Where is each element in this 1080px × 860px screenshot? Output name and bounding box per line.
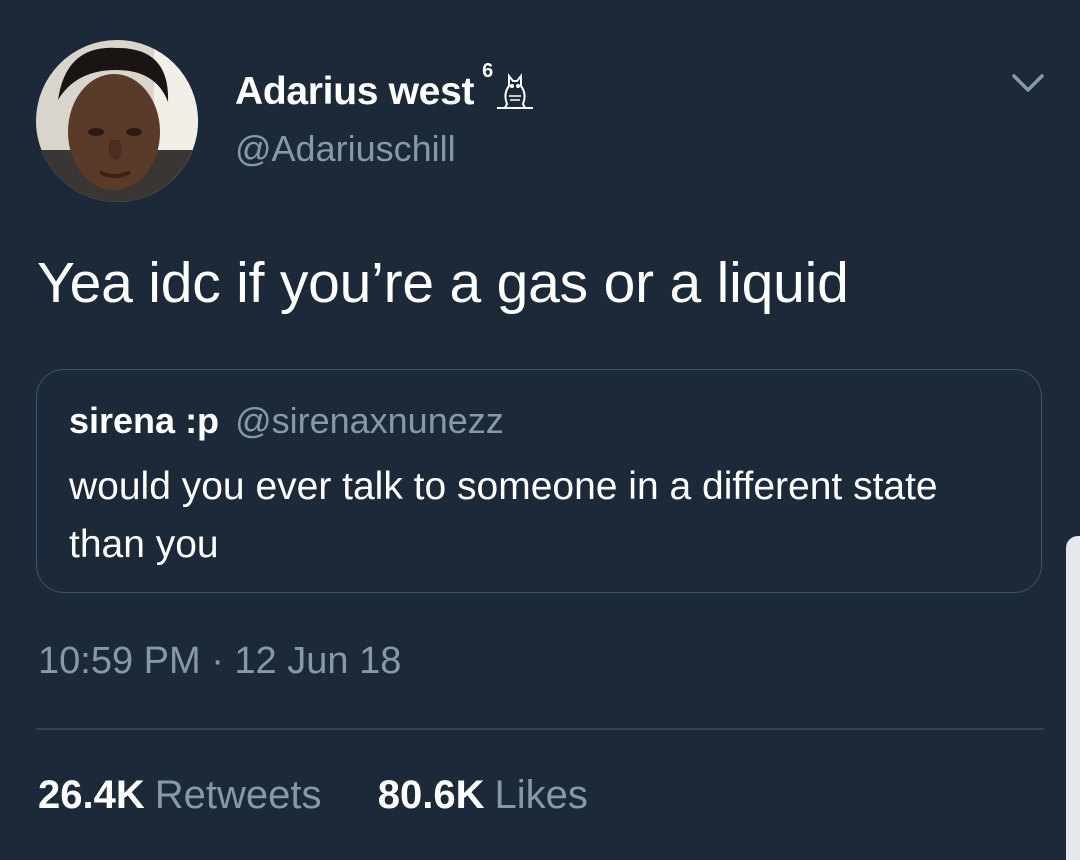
- quoted-handle: @sirenaxnunezz: [235, 400, 504, 441]
- emoji-number: 6: [482, 60, 494, 82]
- retweets-count: 26.4K: [38, 773, 145, 817]
- likes-stat[interactable]: 80.6K Likes: [378, 773, 588, 817]
- quoted-tweet[interactable]: sirena :p @sirenaxnunezz would you ever …: [36, 369, 1042, 593]
- retweets-label: Retweets: [154, 773, 322, 817]
- quoted-display-name: sirena :p: [69, 400, 220, 441]
- likes-label: Likes: [494, 773, 588, 817]
- chevron-down-icon[interactable]: [1008, 68, 1048, 98]
- name-emoji: 6: [482, 60, 535, 112]
- quoted-tweet-text: would you ever talk to someone in a diff…: [69, 465, 938, 566]
- owl-icon: [497, 73, 534, 109]
- tweet-stats: 26.4K Retweets 80.6K Likes: [38, 773, 588, 818]
- retweets-stat[interactable]: 26.4K Retweets: [38, 773, 333, 817]
- scrollbar[interactable]: [1066, 536, 1080, 860]
- tweet-text: Yea idc if you’re a gas or a liquid: [37, 251, 849, 315]
- author-handle[interactable]: @Adariuschill: [235, 128, 456, 170]
- tweet-detail: Adarius west 6 @Adariuschill Yea idc if …: [0, 0, 1080, 860]
- quoted-tweet-header: sirena :p @sirenaxnunezz: [69, 400, 504, 442]
- divider: [36, 728, 1044, 730]
- tweet-timestamp[interactable]: 10:59 PM · 12 Jun 18: [38, 640, 401, 683]
- author-name-row: Adarius west 6: [235, 60, 535, 118]
- author-avatar[interactable]: [36, 40, 198, 202]
- author-display-name[interactable]: Adarius west: [235, 70, 474, 114]
- likes-count: 80.6K: [377, 773, 485, 817]
